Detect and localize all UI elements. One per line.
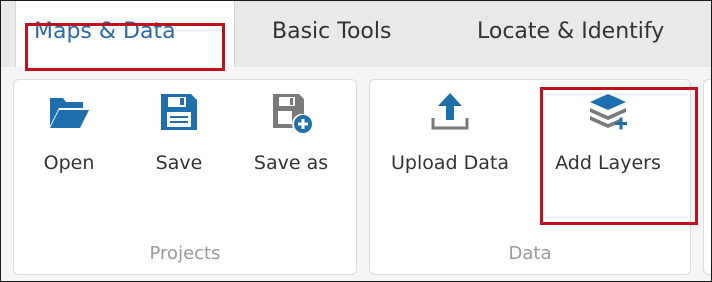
upload-icon (431, 93, 469, 130)
upload-data-button-label: Upload Data (391, 152, 509, 174)
group-title-projects: Projects (149, 243, 221, 264)
add-layers-button-label: Add Layers (555, 152, 661, 174)
group-data: Upload Data Add Layers Data (369, 79, 691, 275)
save-as-button-label: Save as (253, 152, 329, 174)
floppy-disk-icon (161, 94, 197, 130)
open-button-label: Open (43, 152, 95, 174)
group-projects: Open Save Save as Projects (13, 79, 357, 275)
layers-plus-icon (590, 94, 627, 130)
open-button[interactable]: Open (34, 90, 104, 210)
save-button-label: Save (155, 152, 203, 174)
save-button[interactable]: Save (144, 90, 214, 210)
group-next-clipped (703, 79, 711, 275)
save-as-button[interactable]: Save as (246, 90, 336, 210)
app-window: Maps & Data Basic Tools Locate & Identif… (0, 0, 712, 282)
tab-basic-tools[interactable]: Basic Tools (272, 1, 391, 67)
floppy-disk-plus-icon (273, 94, 312, 133)
group-title-data: Data (508, 243, 552, 264)
ribbon-tab-bar: Maps & Data Basic Tools Locate & Identif… (1, 1, 711, 67)
add-layers-button[interactable]: Add Layers (540, 90, 676, 210)
folder-open-icon (50, 98, 89, 128)
tab-maps-data[interactable]: Maps & Data (15, 1, 235, 67)
upload-data-button[interactable]: Upload Data (382, 90, 518, 210)
ribbon-panel: Open Save Save as Projects Upload Data A… (1, 67, 711, 281)
tab-locate-identify[interactable]: Locate & Identify (477, 1, 664, 67)
